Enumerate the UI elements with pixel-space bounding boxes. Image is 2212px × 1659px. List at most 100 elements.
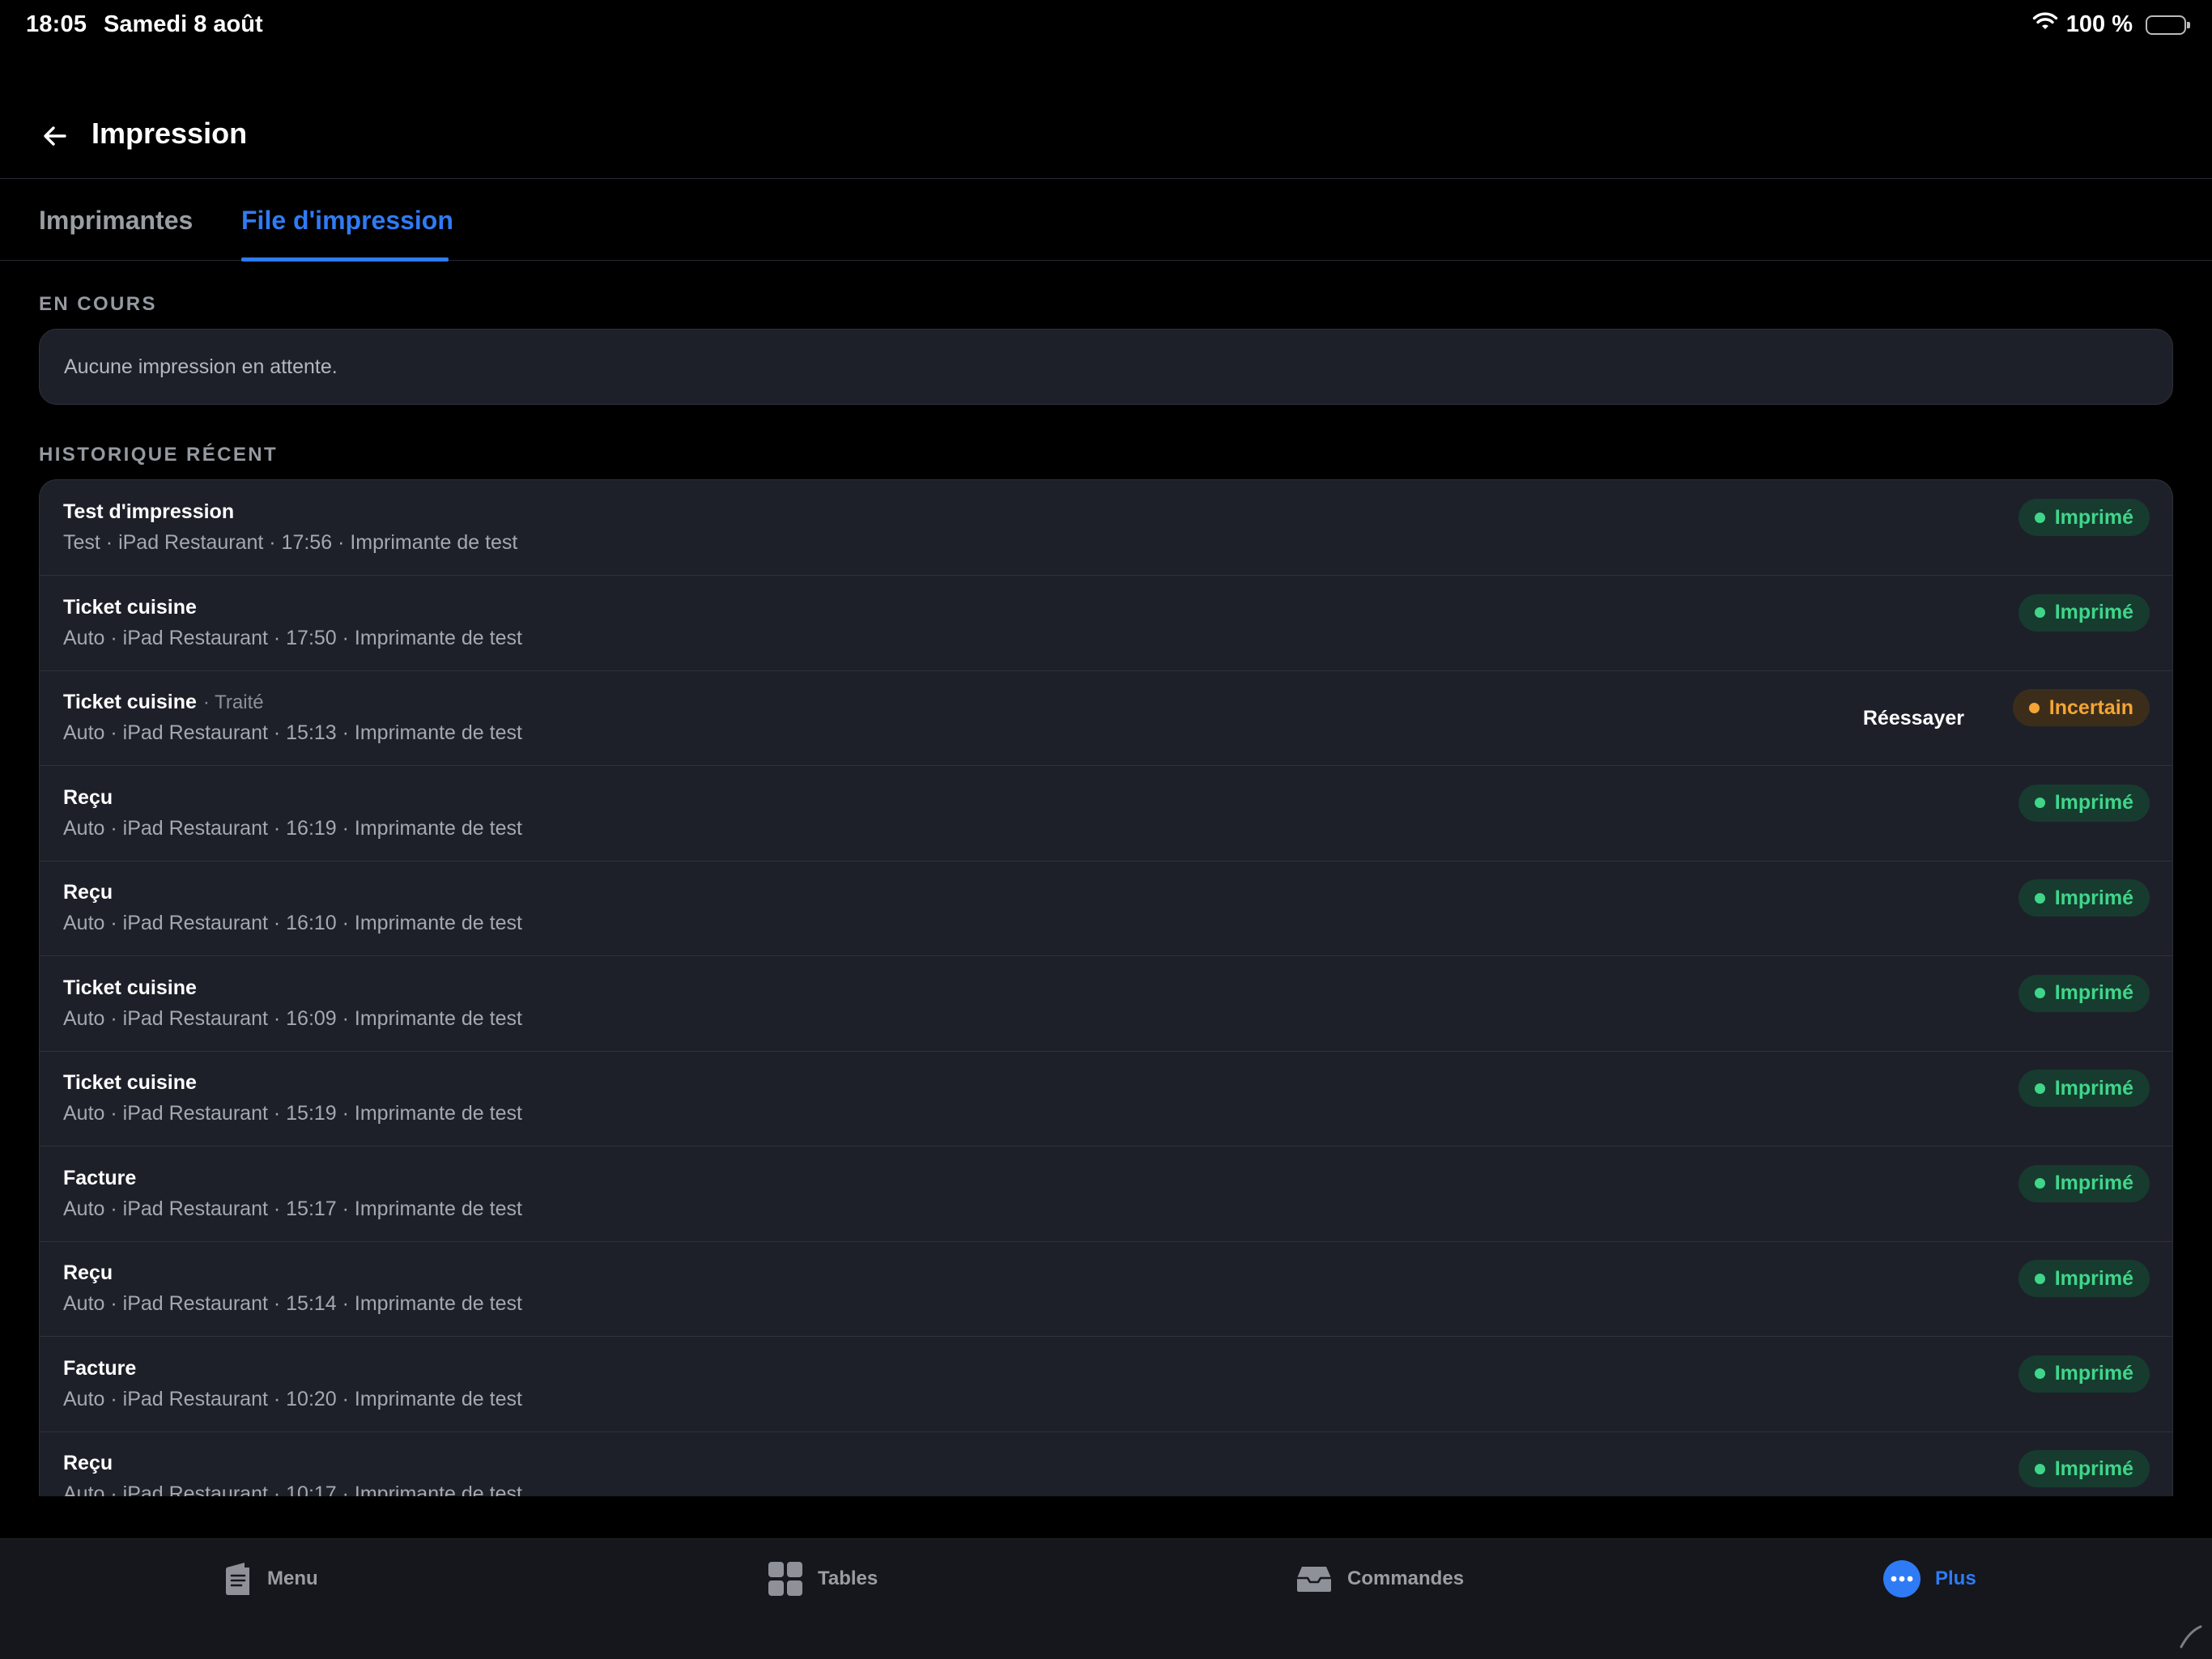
status-badge: Imprimé [2018,593,2150,632]
status-dot-icon [2034,607,2045,618]
history-row-subtitle: Auto · iPad Restaurant · 17:50 · Imprima… [63,626,522,649]
status-badge: Imprimé [2018,974,2150,1012]
nav-label-menu: Menu [267,1568,318,1589]
status-badge-label: Imprimé [2054,601,2133,623]
pencil-scribble-icon [2180,1625,2202,1648]
wifi-icon [2032,11,2058,38]
status-dot-icon [2034,512,2045,523]
history-row-title-line: Reçu [63,786,113,810]
status-badge-label: Imprimé [2054,1076,2133,1100]
status-badge-label: Imprimé [2054,886,2133,909]
empty-queue-text: Aucune impression en attente. [64,355,338,378]
history-row-subtitle: Auto · iPad Restaurant · 15:19 · Imprima… [63,1102,522,1125]
status-badge-label: Imprimé [2054,1457,2133,1480]
history-row-title-line: Facture [63,1357,136,1380]
nav-item-tables[interactable]: Tables [768,1559,878,1599]
history-row-title-line: Reçu [63,881,113,904]
status-badge: Incertain [2012,689,2150,726]
status-badge-label: Incertain [2048,696,2133,719]
status-bar: 18:05 Samedi 8 août 100 % [0,0,2212,52]
status-badge-label: Imprimé [2054,1362,2133,1385]
history-row-title-line: Ticket cuisine · Traité [63,691,264,714]
history-row-title: Reçu [63,1261,113,1284]
history-row[interactable]: Ticket cuisine Auto · iPad Restaurant · 1… [40,576,2172,671]
history-row[interactable]: Facture Auto · iPad Restaurant · 10:20 · … [40,1337,2172,1432]
history-row-subtitle: Auto · iPad Restaurant · 15:17 · Imprima… [63,1197,522,1220]
history-row-title: Reçu [63,881,113,904]
status-badge: Imprimé [2018,1070,2150,1107]
history-row-title: Ticket cuisine [63,1071,197,1094]
nav-item-commandes[interactable]: Commandes [1295,1559,1464,1599]
history-row[interactable]: Reçu Auto · iPad Restaurant · 15:14 · Imp… [40,1241,2172,1337]
status-badge-label: Imprimé [2054,1266,2133,1290]
empty-queue-card: Aucune impression en attente. [39,329,2173,405]
status-badge-label: Imprimé [2054,981,2133,1004]
history-row-title-line: Ticket cuisine [63,976,197,1000]
status-badge: Imprimé [2018,499,2150,536]
history-row-title-line: Test d'impression [63,500,234,524]
status-indicators: 100 % [2032,11,2190,38]
history-row-title-line: Ticket cuisine [63,1071,197,1095]
nav-label-plus: Plus [1935,1568,1976,1589]
history-row-subtitle: Auto · iPad Restaurant · 16:19 · Imprima… [63,816,522,840]
section-label-in-progress: EN COURS [39,293,157,315]
status-badge: Imprimé [2018,1450,2150,1487]
history-row[interactable]: Ticket cuisine · Traité Auto · iPad Restau… [40,670,2172,766]
history-row[interactable]: Test d'impression Test · iPad Restaurant … [40,480,2172,576]
menu-book-icon [226,1563,249,1595]
history-row[interactable]: Reçu Auto · iPad Restaurant · 10:17 · Imp… [40,1431,2172,1496]
history-row-title: Reçu [63,1452,113,1474]
history-row[interactable]: Reçu Auto · iPad Restaurant · 16:19 · Imp… [40,766,2172,861]
status-dot-icon [2034,988,2045,998]
history-row[interactable]: Ticket cuisine Auto · iPad Restaurant · 1… [40,956,2172,1052]
history-row-title-line: Ticket cuisine [63,596,197,619]
tab-imprimantes[interactable]: Imprimantes [39,206,193,236]
history-row-subtitle: Auto · iPad Restaurant · 10:20 · Imprima… [63,1387,522,1410]
history-row-title-line: Reçu [63,1261,113,1285]
back-button[interactable] [37,118,73,154]
status-badge: Imprimé [2018,879,2150,917]
history-row-title: Ticket cuisine [63,595,197,619]
history-row-title: Ticket cuisine [63,691,197,713]
tab-file-impression[interactable]: File d'impression [241,206,453,236]
history-row-title: Test d'impression [63,500,235,523]
page-header: Impression [0,81,2212,179]
status-badge-label: Imprimé [2054,505,2133,529]
status-badge-label: Imprimé [2054,791,2133,814]
page-title: Impression [91,117,248,150]
history-row-subtitle: Auto · iPad Restaurant · 15:14 · Imprima… [63,1292,522,1315]
status-badge: Imprimé [2018,1260,2150,1297]
nav-item-menu[interactable]: Menu [223,1559,318,1599]
nav-label-commandes: Commandes [1347,1568,1465,1589]
retry-button[interactable]: Réessayer [1863,707,1964,730]
section-label-history: HISTORIQUE RÉCENT [39,444,279,466]
history-list: Test d'impression Test · iPad Restaurant … [39,479,2173,1496]
history-row-title: Reçu [63,785,113,809]
history-row-title-line: Facture [63,1167,136,1190]
status-dot-icon [2034,798,2045,808]
arrow-left-icon [44,126,66,146]
history-row[interactable]: Ticket cuisine Auto · iPad Restaurant · 1… [40,1051,2172,1146]
nav-label-tables: Tables [818,1568,878,1589]
history-row-title: Facture [63,1356,137,1380]
history-row[interactable]: Reçu Auto · iPad Restaurant · 16:10 · Imp… [40,861,2172,956]
history-row-subtitle: Auto · iPad Restaurant · 16:10 · Imprima… [63,912,522,934]
active-tab-indicator [241,257,449,262]
status-dot-icon [2028,702,2040,713]
status-badge: Imprimé [2018,784,2150,822]
history-row-note: · Traité [202,691,264,713]
history-row-title-line: Reçu [63,1452,113,1475]
history-row[interactable]: Facture Auto · iPad Restaurant · 15:17 · … [40,1146,2172,1242]
bottom-nav: Menu Tables Commandes Plus [0,1538,2212,1659]
history-row-subtitle: Auto · iPad Restaurant · 15:13 · Imprima… [63,721,522,744]
status-date: Samedi 8 août [104,11,263,37]
tab-bar: Imprimantes File d'impression [0,178,2212,262]
status-dot-icon [2034,1083,2045,1094]
status-dot-icon [2034,892,2045,904]
battery-icon [2146,15,2190,35]
battery-percent: 100 % [2065,11,2133,37]
status-badge-label: Imprimé [2054,1172,2133,1194]
more-dots-icon [1883,1560,1921,1597]
nav-item-plus[interactable]: Plus [1883,1559,1976,1599]
tables-grid-icon [768,1562,802,1596]
